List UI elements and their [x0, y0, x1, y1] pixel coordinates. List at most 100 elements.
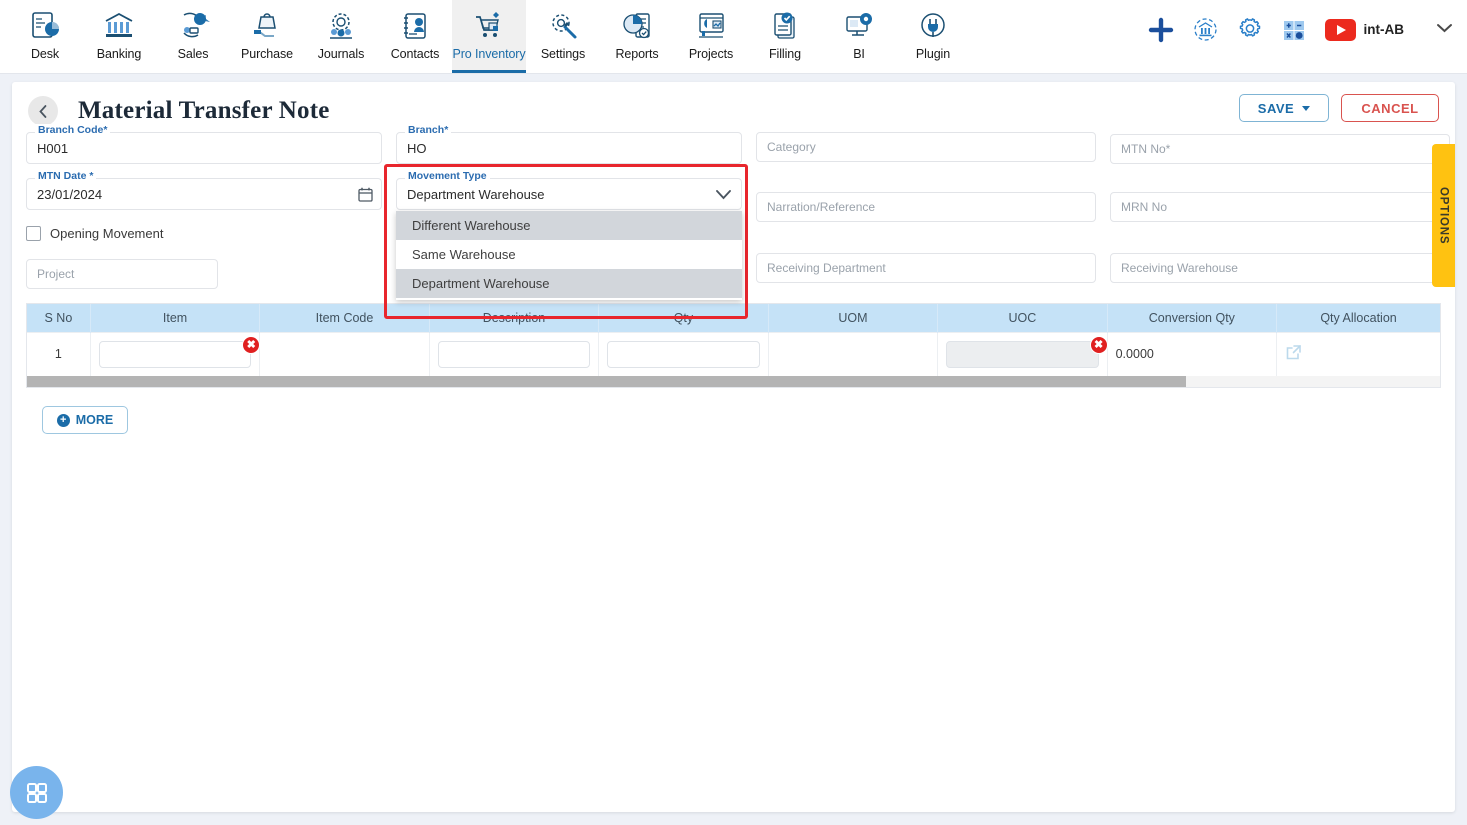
column-header-qty-allocation: Qty Allocation: [1276, 304, 1440, 332]
calculator-icon[interactable]: [1281, 17, 1307, 43]
cell-item: ✖: [90, 331, 261, 376]
nav-item-sales[interactable]: Sales: [156, 0, 230, 73]
narration-placeholder: Narration/Reference: [767, 200, 876, 214]
plus-circle-icon: +: [56, 413, 70, 427]
nav-item-banking[interactable]: Banking: [82, 0, 156, 73]
mtn-no-field[interactable]: MTN No*: [1110, 134, 1450, 164]
project-placeholder: Project: [37, 267, 75, 281]
dropdown-option-different-warehouse[interactable]: Different Warehouse: [396, 211, 742, 240]
column-header-item-code: Item Code: [259, 304, 430, 332]
opening-movement-checkbox[interactable]: [26, 226, 41, 241]
page-header: Material Transfer Note SAVE CANCEL: [12, 82, 1455, 132]
nav-item-journals[interactable]: Journals: [304, 0, 378, 73]
nav-item-contacts[interactable]: Contacts: [378, 0, 452, 73]
item-input[interactable]: [98, 340, 252, 368]
cancel-button[interactable]: CANCEL: [1341, 94, 1439, 122]
dropdown-option-department-warehouse[interactable]: Department Warehouse: [396, 269, 742, 298]
narration-field[interactable]: Narration/Reference: [756, 192, 1096, 222]
projects-dashboard-icon: [694, 7, 728, 45]
receiving-warehouse-placeholder: Receiving Warehouse: [1121, 261, 1238, 275]
form-grid: Branch Code* H001 MTN Date * 23/01/2024 …: [26, 124, 1450, 319]
uoc-error-badge[interactable]: ✖: [1089, 335, 1108, 354]
cell-item-code[interactable]: [259, 331, 430, 376]
plus-icon[interactable]: [1148, 17, 1174, 43]
description-input[interactable]: [437, 340, 591, 368]
nav-item-filling[interactable]: Filling: [748, 0, 822, 73]
category-field[interactable]: Category: [756, 132, 1096, 162]
nav-item-pro-inventory[interactable]: Pro Inventory: [452, 0, 526, 73]
dropdown-option-same-warehouse[interactable]: Same Warehouse: [396, 240, 742, 269]
branch-code-field[interactable]: Branch Code* H001: [26, 124, 382, 164]
gear-icon[interactable]: [1237, 17, 1263, 43]
form-area: Branch Code* H001 MTN Date * 23/01/2024 …: [12, 124, 1455, 319]
video-tutorial-link[interactable]: int-AB: [1324, 18, 1405, 41]
save-button[interactable]: SAVE: [1239, 94, 1329, 122]
project-field[interactable]: Project: [26, 259, 218, 289]
nav-item-purchase[interactable]: Purchase: [230, 0, 304, 73]
more-button[interactable]: + MORE: [42, 406, 128, 434]
table-horizontal-scrollbar[interactable]: [27, 376, 1440, 387]
filling-check-doc-icon: [768, 7, 802, 45]
nav-item-bi[interactable]: BI: [822, 0, 896, 73]
receiving-department-field[interactable]: Receiving Department: [756, 253, 1096, 283]
nav-item-reports[interactable]: Reports: [600, 0, 674, 73]
cell-uoc: ✖: [937, 331, 1108, 376]
nav-item-desk[interactable]: Desk: [8, 0, 82, 73]
nav-item-label: Reports: [615, 47, 659, 61]
chevron-down-icon[interactable]: [714, 185, 733, 209]
nav-item-plugin[interactable]: Plugin: [896, 0, 970, 73]
calendar-icon[interactable]: [353, 182, 377, 206]
uoc-input[interactable]: [946, 340, 1099, 368]
column-header-item: Item: [90, 304, 261, 332]
scrollbar-thumb[interactable]: [27, 376, 1186, 387]
nav-item-label: Desk: [30, 47, 60, 61]
journals-gear-people-icon: [324, 7, 358, 45]
cancel-button-label: CANCEL: [1361, 100, 1419, 116]
refresh-bank-icon[interactable]: [1192, 16, 1219, 43]
item-error-badge[interactable]: ✖: [242, 335, 261, 354]
page-title: Material Transfer Note: [78, 97, 330, 124]
nav-item-label: Plugin: [915, 47, 951, 61]
apps-fab-button[interactable]: [10, 766, 63, 819]
form-column-3: Category Narration/Reference Receiving D…: [756, 132, 1096, 283]
branch-field[interactable]: Branch* HO: [396, 124, 742, 164]
movement-type-wrapper: Movement Type Department Warehouse Diffe…: [384, 164, 748, 319]
cell-s-no: 1: [27, 331, 91, 376]
table-row: 1 ✖ ✖ 0.0000: [27, 331, 1440, 376]
mtn-date-value: 23/01/2024: [37, 186, 103, 202]
apps-grid-icon: [26, 782, 47, 803]
cell-uom[interactable]: [768, 331, 939, 376]
nav-item-settings[interactable]: Settings: [526, 0, 600, 73]
settings-gear-wrench-icon: [546, 7, 580, 45]
youtube-play-icon: [1324, 18, 1356, 41]
opening-movement-row[interactable]: Opening Movement: [26, 226, 382, 241]
column-header-uom: UOM: [768, 304, 939, 332]
bi-monitor-gear-icon: [842, 7, 876, 45]
nav-item-projects[interactable]: Projects: [674, 0, 748, 73]
nav-item-label: Purchase: [240, 47, 293, 61]
branch-value: HO: [407, 140, 427, 156]
options-side-tab[interactable]: OPTIONS: [1432, 144, 1455, 287]
options-tab-label: OPTIONS: [1437, 186, 1450, 245]
reports-pie-doc-icon: [620, 7, 654, 45]
topnav-right-actions: int-AB: [1148, 16, 1454, 43]
inventory-cart-icon: [472, 7, 506, 45]
mtn-date-field[interactable]: MTN Date * 23/01/2024: [26, 170, 382, 210]
cell-qty: [598, 331, 769, 376]
movement-type-select[interactable]: Movement Type Department Warehouse: [396, 170, 742, 210]
chevron-down-icon[interactable]: [1436, 21, 1453, 39]
nav-item-label: Pro Inventory: [452, 47, 526, 61]
branch-legend: Branch*: [405, 124, 452, 136]
chevron-down-icon: [1302, 105, 1311, 111]
mrn-no-field[interactable]: MRN No: [1110, 192, 1450, 222]
mrn-no-placeholder: MRN No: [1121, 200, 1168, 214]
bank-building-icon: [102, 7, 136, 45]
back-button[interactable]: [28, 96, 58, 126]
qty-input[interactable]: [607, 340, 760, 368]
account-label: int-AB: [1363, 22, 1405, 37]
cell-conversion-qty: 0.0000: [1107, 331, 1278, 376]
items-table: S No Item Item Code Description Qty UOM …: [27, 304, 1440, 376]
receiving-warehouse-field[interactable]: Receiving Warehouse: [1110, 253, 1450, 283]
movement-type-dropdown[interactable]: Different Warehouse Same Warehouse Depar…: [396, 211, 742, 300]
external-link-icon[interactable]: [1285, 344, 1302, 361]
